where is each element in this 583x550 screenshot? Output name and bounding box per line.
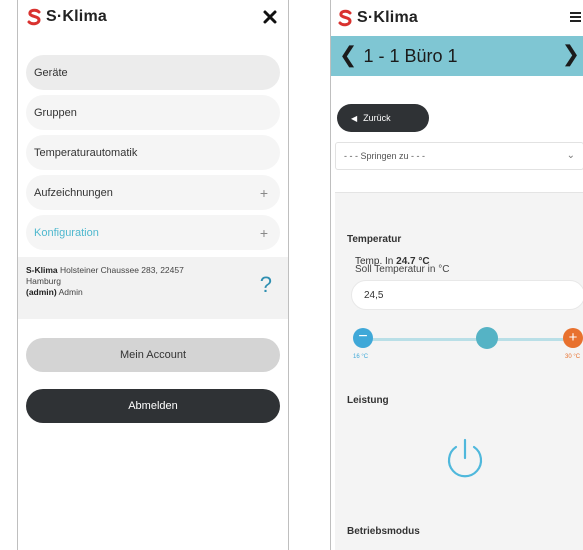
hamburger-menu-icon[interactable] <box>570 12 581 22</box>
expand-plus-icon[interactable]: + <box>260 226 268 240</box>
s-klima-logo-icon <box>27 8 41 26</box>
increase-temperature-button[interactable]: + <box>563 328 583 348</box>
expand-plus-icon[interactable]: + <box>260 186 268 200</box>
back-button-label: Zurück <box>363 113 391 123</box>
room-header: ❮ 1 - 1 Büro 1 ❯ <box>331 36 583 76</box>
jump-to-select-value: - - - Springen zu - - - <box>344 151 426 161</box>
brand-logo: S·Klima <box>337 9 418 27</box>
brand-name: S·Klima <box>357 9 418 26</box>
menu-item-gruppen[interactable]: Gruppen <box>26 95 280 130</box>
user-role: (admin) <box>26 287 57 297</box>
main-menu: Geräte Gruppen Temperaturautomatik Aufze… <box>26 55 280 255</box>
back-button[interactable]: ◀ Zurück <box>337 104 429 132</box>
menu-item-konfiguration[interactable]: Konfiguration + <box>26 215 280 250</box>
temperature-slider-track[interactable] <box>361 338 571 341</box>
operating-mode-heading: Betriebsmodus <box>347 526 420 537</box>
company-city: Hamburg <box>26 276 61 286</box>
company-address: Holsteiner Chaussee 283, 22457 <box>60 265 184 275</box>
company-name: S-Klima <box>26 265 58 275</box>
jump-to-select[interactable]: - - - Springen zu - - - ⌄ <box>335 142 583 170</box>
slider-max-label: 30 °C <box>565 354 581 360</box>
room-title: 1 - 1 Büro 1 <box>363 45 458 66</box>
brand-name: S·Klima <box>46 8 107 25</box>
temperature-slider-thumb[interactable] <box>476 327 498 349</box>
menu-item-label: Gruppen <box>34 106 77 119</box>
power-icon[interactable] <box>441 436 489 484</box>
menu-item-label: Temperaturautomatik <box>34 146 138 159</box>
user-line: (admin) Admin <box>26 287 280 298</box>
menu-screen: S·Klima Geräte Gruppen Temperaturautomat… <box>17 0 289 550</box>
menu-item-label: Konfiguration <box>34 226 99 239</box>
menu-item-label: Geräte <box>34 66 68 79</box>
company-address-line: S-Klima Holsteiner Chaussee 283, 22457 <box>26 265 280 276</box>
soll-temperature-label: Soll Temperatur in °C <box>355 264 450 275</box>
menu-item-temperaturautomatik[interactable]: Temperaturautomatik <box>26 135 280 170</box>
help-icon[interactable]: ? <box>260 272 272 298</box>
brand-logo: S·Klima <box>26 8 107 26</box>
my-account-button[interactable]: Mein Account <box>26 338 280 372</box>
logout-button[interactable]: Abmelden <box>26 389 280 423</box>
room-screen: S·Klima ❮ 1 - 1 Büro 1 ❯ ◀ Zurück - - - … <box>330 0 583 550</box>
chevron-down-icon: ⌄ <box>566 150 575 161</box>
slider-min-label: 16 °C <box>353 354 369 360</box>
user-name: Admin <box>58 287 83 297</box>
next-room-icon[interactable]: ❯ <box>562 44 580 66</box>
company-info: S-Klima Holsteiner Chaussee 283, 22457 H… <box>18 257 288 319</box>
previous-room-icon[interactable]: ❮ <box>339 45 357 67</box>
power-heading: Leistung <box>347 395 389 406</box>
room-control-panel <box>335 192 583 550</box>
decrease-temperature-button[interactable]: − <box>353 328 373 348</box>
close-icon[interactable] <box>262 9 278 25</box>
menu-item-label: Aufzeichnungen <box>34 186 113 199</box>
menu-item-aufzeichnungen[interactable]: Aufzeichnungen + <box>26 175 280 210</box>
s-klima-logo-icon <box>338 9 352 27</box>
temperature-heading: Temperatur <box>347 234 402 245</box>
soll-temperature-input[interactable]: 24,5 <box>351 280 583 310</box>
back-arrow-icon: ◀ <box>351 113 358 123</box>
menu-item-geraete[interactable]: Geräte <box>26 55 280 90</box>
